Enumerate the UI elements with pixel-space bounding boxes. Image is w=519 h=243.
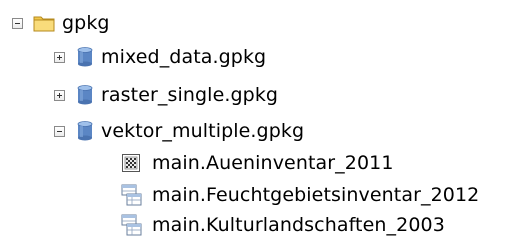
tree-node-aueninventar[interactable]: main.Aueninventar_2011 [121,146,394,180]
catalog-tree: gpkg mixed_data.gpkg raster_single.gpkg [0,0,519,243]
database-icon [77,121,93,141]
collapse-toggle[interactable] [54,125,65,137]
tree-node-label: raster_single.gpkg [101,84,279,106]
tree-node-label: vektor_multiple.gpkg [101,120,305,142]
raster-layer-icon [122,154,140,172]
tree-node-mixed-data[interactable]: mixed_data.gpkg [54,40,266,74]
tree-node-raster-single[interactable]: raster_single.gpkg [54,78,278,112]
tree-node-label: main.Aueninventar_2011 [152,152,394,174]
tree-node-feuchtgebietsinventar[interactable]: main.Feuchtgebietsinventar_2012 [121,178,479,212]
tree-node-label: main.Kulturlandschaften_2003 [152,214,445,236]
tree-node-gpkg[interactable]: gpkg [12,6,110,40]
tree-node-vektor-multiple[interactable]: vektor_multiple.gpkg [54,114,304,148]
database-icon [77,85,93,105]
tree-node-kulturlandschaften[interactable]: main.Kulturlandschaften_2003 [121,208,445,242]
expand-toggle[interactable] [54,51,65,63]
collapse-toggle[interactable] [12,17,23,29]
tree-node-label: main.Feuchtgebietsinventar_2012 [152,184,480,206]
database-icon [77,47,93,67]
folder-icon [33,16,55,32]
tree-node-label: gpkg [62,12,110,34]
expand-toggle[interactable] [54,89,65,101]
tree-node-label: mixed_data.gpkg [101,46,267,68]
vector-layer-icon [121,184,142,206]
vector-layer-icon [121,214,142,236]
